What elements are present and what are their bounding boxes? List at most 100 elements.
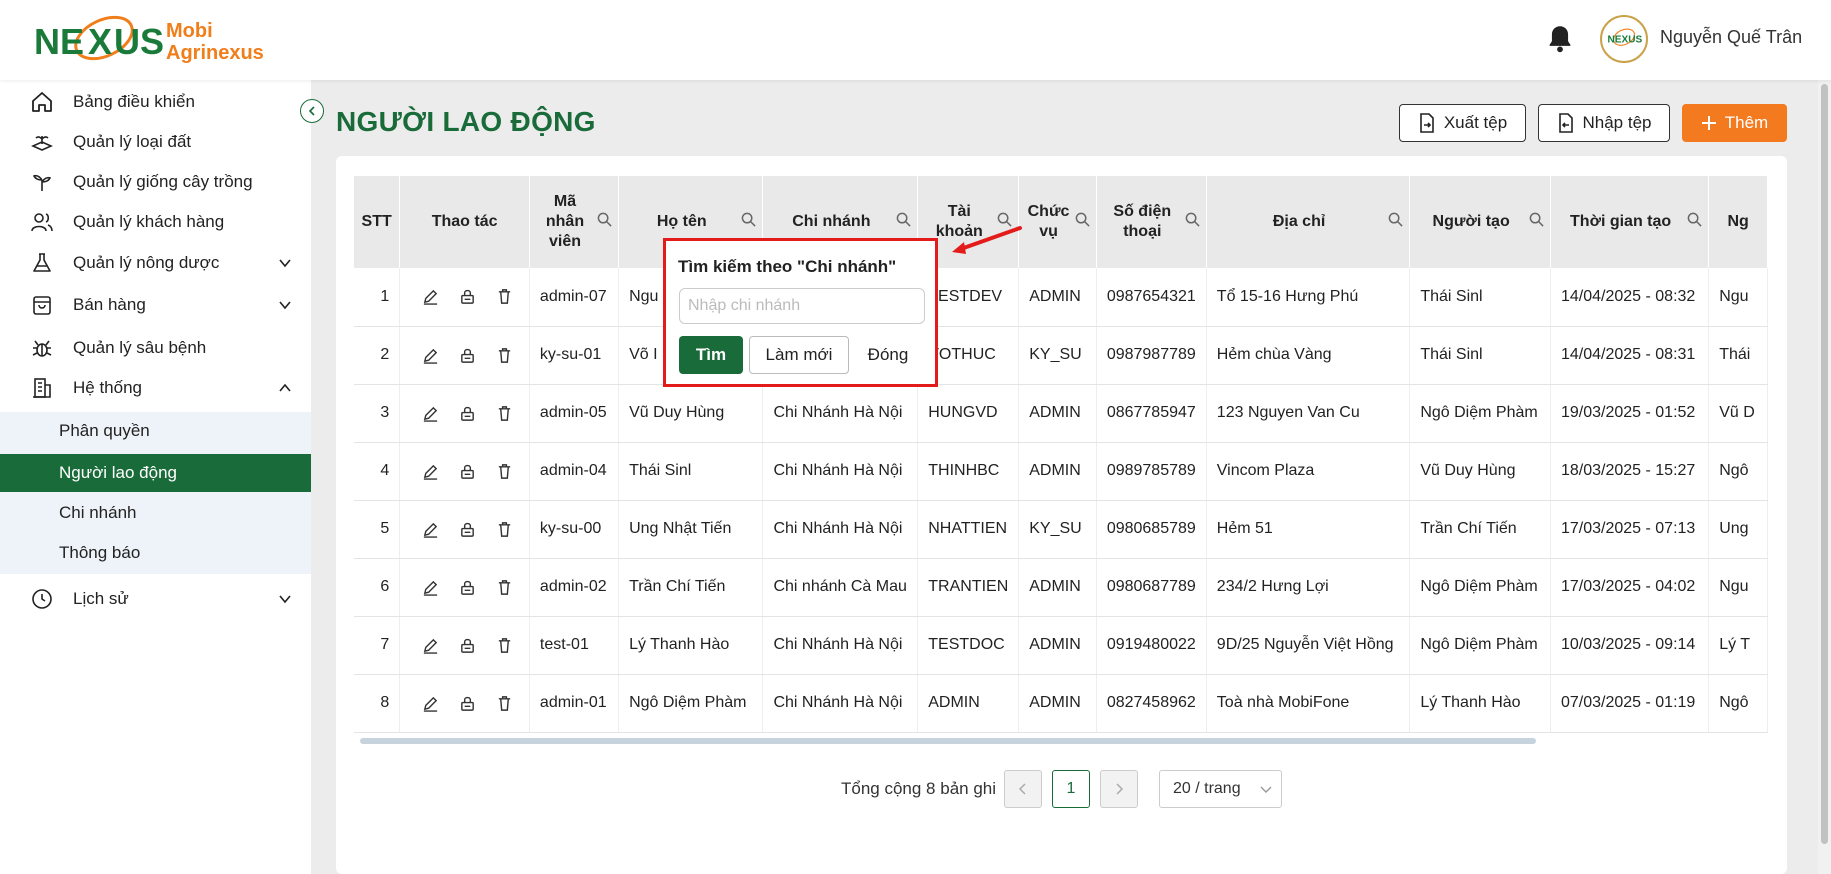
branch-search-popup: Tìm kiếm theo "Chi nhánh" Tìm Làm mới Đó… xyxy=(663,238,938,387)
delete-icon[interactable] xyxy=(496,463,513,480)
chevron-left-icon xyxy=(308,106,315,116)
lock-icon[interactable] xyxy=(459,637,476,654)
close-button[interactable]: Đóng xyxy=(858,336,918,374)
notification-bell-icon[interactable] xyxy=(1546,24,1574,54)
cell-time: 14/04/2025 - 08:31 xyxy=(1550,326,1710,385)
lock-icon[interactable] xyxy=(459,347,476,364)
sidebar-item-history[interactable]: Lịch sử xyxy=(0,579,311,619)
sidebar-item-pesticide[interactable]: Quản lý nông dược xyxy=(0,243,311,283)
reset-button[interactable]: Làm mới xyxy=(749,336,849,374)
workers-table-container: STT Thao tác Mã nhân viên Họ tên Chi nhá… xyxy=(354,176,1768,740)
search-icon[interactable] xyxy=(1687,212,1702,227)
search-icon[interactable] xyxy=(1388,212,1403,227)
edit-icon[interactable] xyxy=(422,521,439,538)
top-header: NE X US Mobi Agrinexus NEXUS Nguyễn Quế … xyxy=(0,0,1831,80)
sidebar-item-plant[interactable]: Quản lý giống cây trồng xyxy=(0,162,311,202)
cell-account: THINHBC xyxy=(917,442,1020,501)
sidebar-item-sales[interactable]: Bán hàng xyxy=(0,285,311,325)
actions-cell xyxy=(399,500,530,559)
cell-position: ADMIN xyxy=(1018,674,1097,733)
lock-icon[interactable] xyxy=(459,288,476,305)
delete-icon[interactable] xyxy=(496,347,513,364)
table-row: 4 admin-04 Thái Sinl Chi Nhánh Hà Nội THINHB… xyxy=(354,442,1768,501)
home-icon xyxy=(32,92,52,112)
delete-icon[interactable] xyxy=(496,521,513,538)
lock-icon[interactable] xyxy=(459,579,476,596)
add-button[interactable]: Thêm xyxy=(1682,104,1787,142)
find-button[interactable]: Tìm xyxy=(679,336,743,374)
user-avatar[interactable]: NEXUS xyxy=(1600,15,1648,63)
search-icon[interactable] xyxy=(896,212,911,227)
edit-icon[interactable] xyxy=(422,463,439,480)
search-icon[interactable] xyxy=(1075,212,1090,227)
header-address[interactable]: Địa chỉ xyxy=(1206,176,1411,268)
edit-icon[interactable] xyxy=(422,347,439,364)
cell-address: 123 Nguyen Van Cu xyxy=(1206,384,1411,443)
sidebar-item-soil[interactable]: Quản lý loại đất xyxy=(0,122,311,162)
users-icon xyxy=(31,213,53,232)
import-button[interactable]: Nhập tệp xyxy=(1538,104,1670,142)
search-icon[interactable] xyxy=(1529,212,1544,227)
workers-table: STT Thao tác Mã nhân viên Họ tên Chi nhá… xyxy=(354,176,1768,733)
sidebar-item-customers[interactable]: Quản lý khách hàng xyxy=(0,202,311,242)
sidebar-item-pests[interactable]: Quản lý sâu bệnh xyxy=(0,328,311,368)
delete-icon[interactable] xyxy=(496,637,513,654)
sidebar-item-dashboard[interactable]: Bảng điều khiển xyxy=(0,82,311,122)
delete-icon[interactable] xyxy=(496,695,513,712)
sidebar-subitem-permissions[interactable]: Phân quyền xyxy=(0,412,311,450)
user-name[interactable]: Nguyễn Quế Trân xyxy=(1660,27,1802,48)
total-records: Tổng cộng 8 bản ghi xyxy=(841,779,997,798)
cell-phone: 0827458962 xyxy=(1096,674,1207,733)
cell-time: 07/03/2025 - 01:19 xyxy=(1550,674,1710,733)
header-phone[interactable]: Số điện thoại xyxy=(1096,176,1207,268)
sidebar-subitem-branches[interactable]: Chi nhánh xyxy=(0,494,311,532)
sidebar-item-label: Quản lý giống cây trồng xyxy=(73,172,253,191)
svg-text:NEXUS: NEXUS xyxy=(1608,35,1643,46)
nexus-logo[interactable]: NE X US xyxy=(34,12,164,70)
chevron-down-icon xyxy=(279,259,291,268)
actions-cell xyxy=(399,268,530,327)
page-1-button[interactable]: 1 xyxy=(1052,770,1090,808)
branch-search-input[interactable] xyxy=(679,288,925,324)
lock-icon[interactable] xyxy=(459,463,476,480)
cell-name: Thái Sinl xyxy=(618,442,764,501)
header-employee-code[interactable]: Mã nhân viên xyxy=(529,176,620,268)
next-page-button[interactable] xyxy=(1100,770,1138,808)
chevron-down-icon xyxy=(1260,786,1272,793)
search-icon[interactable] xyxy=(1185,212,1200,227)
sidebar-item-label: Lịch sử xyxy=(73,589,129,608)
prev-page-button[interactable] xyxy=(1004,770,1042,808)
edit-icon[interactable] xyxy=(422,288,439,306)
edit-icon[interactable] xyxy=(422,579,439,596)
lock-icon[interactable] xyxy=(459,521,476,538)
cell-creator: Vũ Duy Hùng xyxy=(1409,442,1551,501)
cell-time: 17/03/2025 - 07:13 xyxy=(1550,500,1710,559)
vertical-scrollbar[interactable] xyxy=(1818,80,1831,874)
page-size-select[interactable]: 20 / trang xyxy=(1159,770,1282,808)
table-row: 5 ky-su-00 Ung Nhật Tiến Chi Nhánh Hà Nội NH… xyxy=(354,500,1768,559)
edit-icon[interactable] xyxy=(422,405,439,422)
header-position[interactable]: Chức vụ xyxy=(1018,176,1097,268)
header-created-time[interactable]: Thời gian tạo xyxy=(1550,176,1710,268)
export-button[interactable]: Xuất tệp xyxy=(1399,104,1526,142)
horizontal-scrollbar[interactable] xyxy=(360,738,1536,744)
header-creator[interactable]: Người tạo xyxy=(1409,176,1551,268)
collapse-sidebar-button[interactable] xyxy=(300,99,324,123)
sidebar-subitem-workers[interactable]: Người lao động xyxy=(0,454,311,492)
delete-icon[interactable] xyxy=(496,405,513,422)
lock-icon[interactable] xyxy=(459,405,476,422)
edit-icon[interactable] xyxy=(422,695,439,712)
sidebar-subitem-notifications[interactable]: Thông báo xyxy=(0,534,311,572)
delete-icon[interactable] xyxy=(496,579,513,596)
sidebar-item-label: Hệ thống xyxy=(73,378,142,397)
search-icon[interactable] xyxy=(597,212,612,227)
actions-cell xyxy=(399,442,530,501)
edit-icon[interactable] xyxy=(422,637,439,654)
sidebar-subitem-label: Chi nhánh xyxy=(59,503,137,522)
lock-icon[interactable] xyxy=(459,695,476,712)
cell-stt: 8 xyxy=(354,674,401,733)
search-icon[interactable] xyxy=(741,212,757,227)
sidebar-item-system[interactable]: Hệ thống xyxy=(0,368,311,408)
chevron-up-icon xyxy=(279,383,291,392)
delete-icon[interactable] xyxy=(496,288,513,305)
